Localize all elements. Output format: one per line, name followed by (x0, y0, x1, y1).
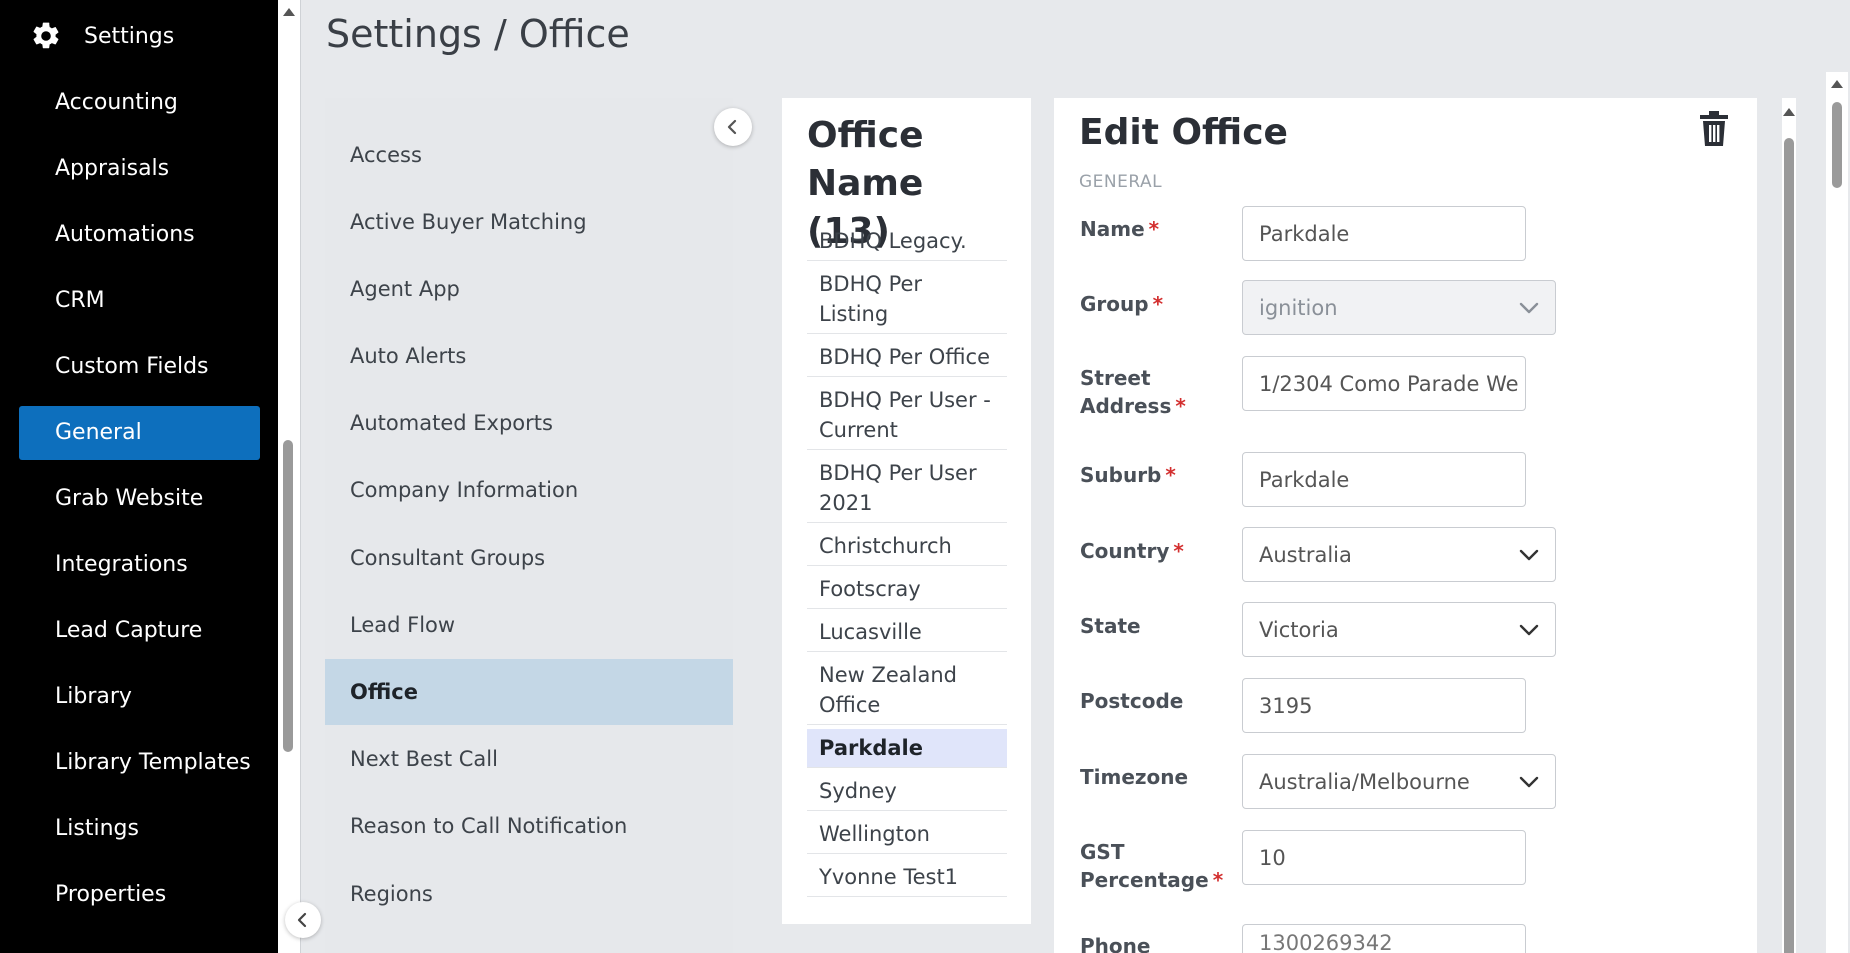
suburb-label: Suburb * (1080, 463, 1176, 487)
nav-item-accounting[interactable]: Accounting (19, 76, 260, 130)
nav-item-listings[interactable]: Listings (19, 802, 260, 856)
nav-item-appraisals[interactable]: Appraisals (19, 142, 260, 196)
menu-item-access[interactable]: Access (325, 122, 733, 188)
nav-scrollbar-thumb[interactable] (283, 440, 293, 752)
office-item-parkdale[interactable]: Parkdale (807, 729, 1007, 768)
required-marker: * (1152, 292, 1164, 316)
chevron-left-icon (297, 912, 307, 928)
nav-title: Settings (84, 23, 175, 49)
office-item-yvonne-test1[interactable]: Yvonne Test1 (807, 858, 1007, 897)
office-item-sydney[interactable]: Sydney (807, 772, 1007, 811)
group-label: Group * (1080, 292, 1164, 316)
group-select[interactable]: ignition (1242, 280, 1556, 335)
menu-item-active-buyer-matching[interactable]: Active Buyer Matching (325, 189, 733, 255)
chevron-down-icon (1519, 549, 1539, 560)
page-scrollbar-thumb[interactable] (1832, 102, 1842, 188)
menu-item-office[interactable]: Office (325, 659, 733, 725)
postcode-label: Postcode (1080, 689, 1184, 713)
street-address-label: Street Address * (1080, 366, 1186, 418)
scroll-up-arrow-icon[interactable] (1783, 108, 1795, 116)
office-item-bdhq-per-listing[interactable]: BDHQ Per Listing (807, 265, 1007, 334)
timezone-select[interactable]: Australia/Melbourne (1242, 754, 1556, 809)
nav-item-lead-capture[interactable]: Lead Capture (19, 604, 260, 658)
group-select-value: ignition (1259, 295, 1338, 320)
left-nav: Settings Accounting Appraisals Automatio… (0, 0, 278, 953)
office-item-bdhq-legacy[interactable]: BDHQ Legacy. (807, 222, 1007, 261)
office-item-christchurch[interactable]: Christchurch (807, 527, 1007, 566)
chevron-down-icon (1519, 302, 1539, 313)
office-item-bdhq-per-office[interactable]: BDHQ Per Office (807, 338, 1007, 377)
scroll-up-arrow-icon[interactable] (1831, 80, 1843, 88)
section-label-general: GENERAL (1079, 172, 1163, 192)
office-item-new-zealand-office[interactable]: New Zealand Office (807, 656, 1007, 725)
page-scrollbar[interactable] (1826, 72, 1848, 953)
timezone-select-value: Australia/Melbourne (1259, 769, 1470, 794)
office-item-wellington[interactable]: Wellington (807, 815, 1007, 854)
nav-item-general[interactable]: General (19, 406, 260, 460)
menu-collapse-button[interactable] (714, 108, 752, 146)
edit-panel-scrollbar[interactable] (1782, 98, 1796, 953)
nav-item-grab-website[interactable]: Grab Website (19, 472, 260, 526)
office-item-lucasville[interactable]: Lucasville (807, 613, 1007, 652)
chevron-down-icon (1519, 776, 1539, 787)
state-select[interactable]: Victoria (1242, 602, 1556, 657)
nav-header: Settings (0, 0, 278, 72)
trash-icon[interactable] (1698, 110, 1730, 148)
menu-item-reason-to-call-notification[interactable]: Reason to Call Notification (325, 793, 733, 859)
nav-item-library[interactable]: Library (19, 670, 260, 724)
required-marker: * (1173, 539, 1184, 563)
menu-item-next-best-call[interactable]: Next Best Call (325, 726, 733, 792)
timezone-label: Timezone (1080, 765, 1189, 789)
edit-panel-scrollbar-thumb[interactable] (1784, 138, 1794, 953)
nav-item-library-templates[interactable]: Library Templates (19, 736, 260, 790)
required-marker: * (1212, 868, 1224, 892)
nav-item-custom-fields[interactable]: Custom Fields (19, 340, 260, 394)
required-marker: * (1175, 394, 1186, 418)
name-input[interactable]: Parkdale (1242, 206, 1526, 261)
gst-percentage-input[interactable]: 10 (1242, 830, 1526, 885)
nav-item-integrations[interactable]: Integrations (19, 538, 260, 592)
street-address-input[interactable]: 1/2304 Como Parade We (1242, 356, 1526, 411)
suburb-input[interactable]: Parkdale (1242, 452, 1526, 507)
office-item-bdhq-per-user-current[interactable]: BDHQ Per User - Current (807, 381, 1007, 450)
gst-percentage-label: GST Percentage * (1080, 840, 1224, 892)
gear-icon (30, 20, 62, 52)
phone-label: Phone (1080, 934, 1151, 953)
scroll-up-arrow-icon[interactable] (283, 8, 295, 16)
required-marker: * (1165, 463, 1176, 487)
edit-office-title: Edit Office (1079, 112, 1288, 153)
state-select-value: Victoria (1259, 617, 1339, 642)
postcode-input[interactable]: 3195 (1242, 678, 1526, 733)
required-marker: * (1148, 217, 1160, 241)
menu-item-regions[interactable]: Regions (325, 861, 733, 927)
menu-item-lead-flow[interactable]: Lead Flow (325, 592, 733, 658)
menu-item-auto-alerts[interactable]: Auto Alerts (325, 323, 733, 389)
nav-item-automations[interactable]: Automations (19, 208, 260, 262)
office-item-bdhq-per-user-2021[interactable]: BDHQ Per User 2021 (807, 454, 1007, 523)
chevron-down-icon (1519, 624, 1539, 635)
page-title: Settings / Office (326, 12, 630, 56)
page-header: Settings / Office (300, 0, 1850, 72)
nav-item-crm[interactable]: CRM (19, 274, 260, 328)
nav-collapse-button[interactable] (285, 902, 321, 938)
state-label: State (1080, 614, 1141, 638)
country-label: Country * (1080, 539, 1184, 563)
menu-item-agent-app[interactable]: Agent App (325, 256, 733, 322)
country-select[interactable]: Australia (1242, 527, 1556, 582)
menu-item-automated-exports[interactable]: Automated Exports (325, 390, 733, 456)
nav-item-properties[interactable]: Properties (19, 868, 260, 922)
phone-input[interactable]: 1300269342 (1242, 924, 1526, 953)
chevron-left-icon (727, 119, 737, 135)
menu-item-consultant-groups[interactable]: Consultant Groups (325, 525, 733, 591)
office-item-footscray[interactable]: Footscray (807, 570, 1007, 609)
name-label: Name * (1080, 217, 1160, 241)
menu-item-company-information[interactable]: Company Information (325, 457, 733, 523)
country-select-value: Australia (1259, 542, 1352, 567)
nav-scrollbar[interactable] (278, 0, 300, 953)
